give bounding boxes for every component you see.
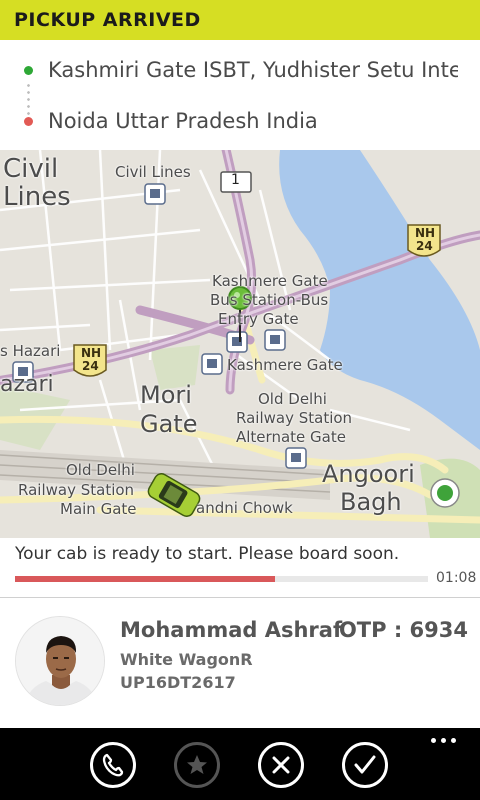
map-label-old-delhi-alt-3: Alternate Gate bbox=[236, 428, 346, 446]
confirm-button[interactable] bbox=[342, 742, 388, 788]
map-label-bagh: Bagh bbox=[340, 488, 402, 516]
nh-shield-right-number: 24 bbox=[416, 239, 433, 253]
driver-name: Mohammad Ashraf bbox=[120, 618, 343, 642]
map-label-hazari: s Hazari bbox=[0, 342, 61, 360]
map-label-chandni-chowk: andni Chowk bbox=[196, 499, 293, 517]
confirm-icon bbox=[354, 755, 376, 774]
route-shield-1: 1 bbox=[231, 172, 240, 188]
status-header: PICKUP ARRIVED bbox=[0, 0, 480, 40]
map-label-lines: Lines bbox=[3, 182, 71, 212]
map-label-angoori: Angoori bbox=[322, 460, 415, 488]
status-title: PICKUP ARRIVED bbox=[14, 9, 201, 31]
map-view[interactable]: Civil Lines Civil Lines 1 NH 24 Kashmere… bbox=[0, 150, 480, 538]
map-label-civil: Civil bbox=[3, 154, 59, 184]
map-label-gate: Gate bbox=[140, 410, 198, 438]
my-location-button[interactable] bbox=[430, 478, 460, 508]
wait-progress-bar bbox=[15, 576, 428, 582]
map-label-civil-lines-station: Civil Lines bbox=[115, 163, 191, 181]
status-notice: Your cab is ready to start. Please board… bbox=[0, 538, 480, 598]
map-label-old-delhi-alt-2: Railway Station bbox=[236, 409, 353, 427]
notice-message: Your cab is ready to start. Please board… bbox=[15, 544, 400, 564]
drop-address: Noida Uttar Pradesh India bbox=[48, 109, 318, 133]
app-bar bbox=[0, 728, 480, 800]
nh-shield-left: NH bbox=[81, 346, 102, 360]
rate-button[interactable] bbox=[174, 742, 220, 788]
map-label-mori: Mori bbox=[140, 381, 192, 409]
map-label-old-delhi-main-1: Old Delhi bbox=[66, 461, 135, 479]
pickup-pin-icon[interactable] bbox=[228, 286, 252, 344]
pickup-dot-icon bbox=[24, 65, 33, 75]
driver-plate: UP16DT2617 bbox=[120, 673, 236, 692]
drop-dot-icon bbox=[24, 116, 33, 126]
driver-car: White WagonR bbox=[120, 650, 253, 669]
otp-code: OTP : 6934 bbox=[338, 618, 468, 642]
wait-timer: 01:08 bbox=[436, 570, 477, 586]
pickup-location[interactable]: Kashmiri Gate ISBT, Yudhister Setu Inter… bbox=[0, 50, 480, 90]
map-label-old-delhi-main-3: Main Gate bbox=[60, 500, 137, 518]
map-label-kashmere-metro: Kashmere Gate bbox=[227, 356, 343, 374]
wait-progress-fill bbox=[15, 576, 276, 582]
nh-shield-right: NH bbox=[415, 226, 436, 240]
route-panel: Kashmiri Gate ISBT, Yudhister Setu Inter… bbox=[0, 40, 480, 150]
star-icon bbox=[187, 755, 207, 774]
cancel-icon bbox=[272, 756, 290, 774]
more-icon[interactable] bbox=[431, 738, 456, 743]
map-label-old-delhi-main-2: Railway Station bbox=[18, 481, 135, 499]
pickup-address: Kashmiri Gate ISBT, Yudhister Setu Inter… bbox=[48, 58, 458, 82]
cancel-button[interactable] bbox=[258, 742, 304, 788]
call-icon bbox=[102, 753, 124, 777]
cab-icon[interactable] bbox=[148, 478, 202, 514]
driver-card: Mohammad Ashraf White WagonR UP16DT2617 … bbox=[0, 598, 480, 728]
driver-avatar bbox=[15, 616, 105, 706]
drop-location[interactable]: Noida Uttar Pradesh India bbox=[0, 101, 480, 141]
map-label-old-delhi-alt-1: Old Delhi bbox=[258, 390, 327, 408]
call-button[interactable] bbox=[90, 742, 136, 788]
map-label-hazari-2: azari bbox=[0, 372, 54, 397]
nh-shield-left-number: 24 bbox=[82, 359, 99, 373]
